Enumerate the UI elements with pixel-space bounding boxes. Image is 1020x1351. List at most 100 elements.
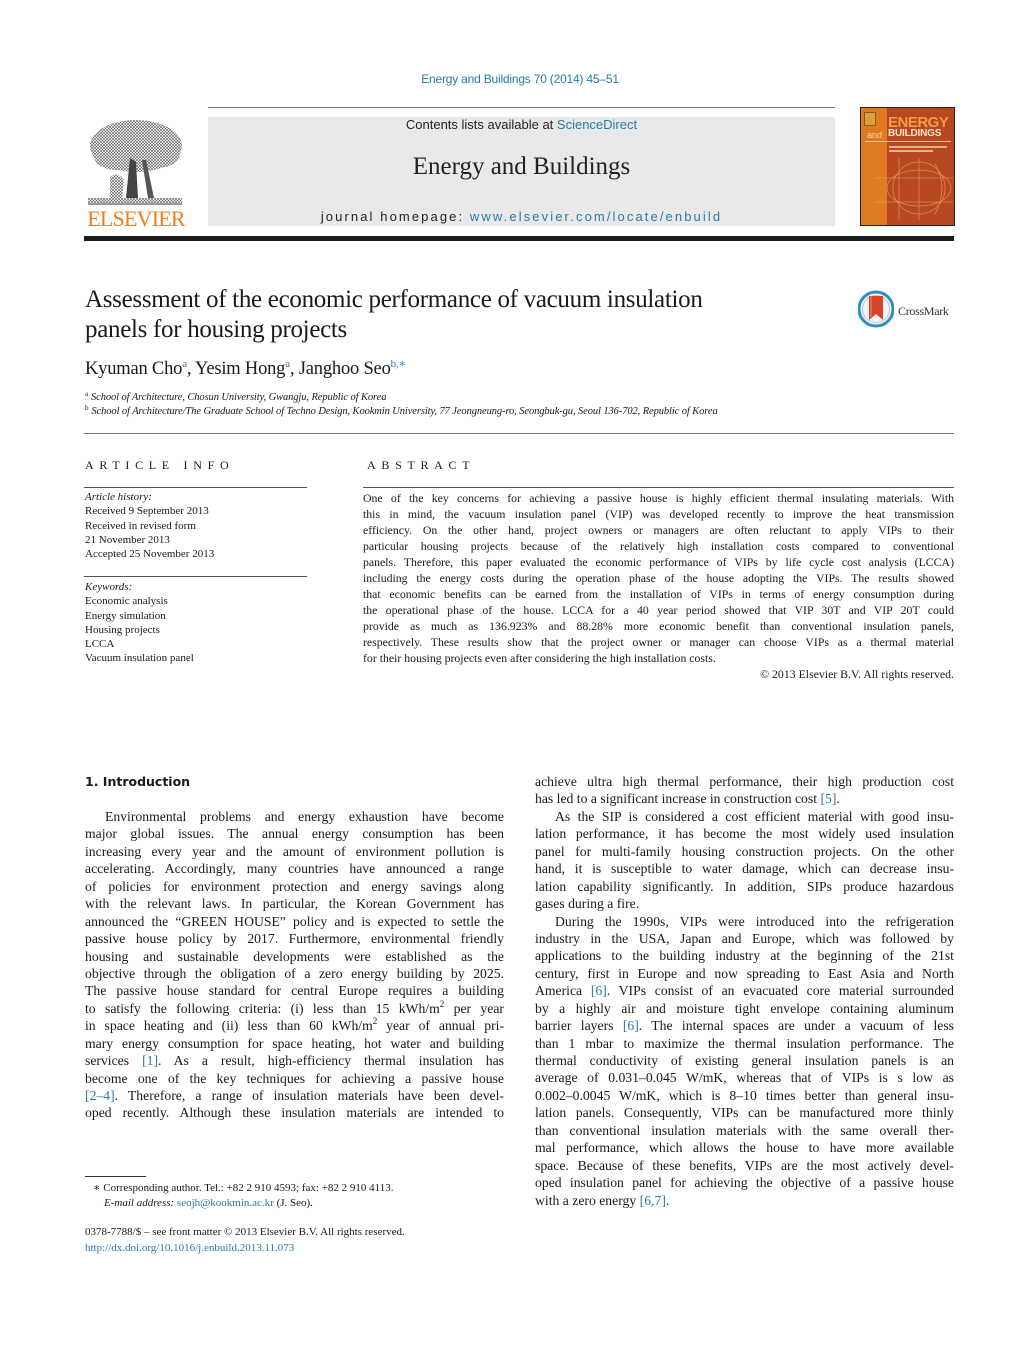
- abstract-heading: ABSTRACT: [367, 458, 476, 472]
- author-name[interactable]: Janghoo Seo: [299, 359, 391, 379]
- article-title: Assessment of the economic performance o…: [85, 285, 825, 345]
- text-run: . As a result, high-efficiency thermal i…: [158, 1053, 504, 1069]
- author-name[interactable]: Kyuman Cho: [85, 359, 182, 379]
- citation-link[interactable]: [5]: [820, 791, 836, 806]
- cover-subtitle-bar: [889, 146, 947, 148]
- affiliation-text: School of Architecture/The Graduate Scho…: [91, 406, 718, 417]
- citation-link[interactable]: [2–4]: [85, 1088, 115, 1103]
- cover-divider: [865, 141, 951, 142]
- citation-link[interactable]: [1]: [142, 1053, 158, 1068]
- abstract-line: One of the key concerns for achieving a …: [363, 491, 954, 505]
- body-line: average of 0.031–0.045 W/mK, whereas tha…: [535, 1070, 954, 1086]
- body-line: America [6]. VIPs consist of an evacuate…: [535, 982, 954, 999]
- body-column-left: Environmental problems and energy exhaus…: [85, 808, 504, 1122]
- journal-citation-link[interactable]: Energy and Buildings 70 (2014) 45–51: [0, 72, 1020, 86]
- text-run: year of annual pri-: [377, 1018, 504, 1034]
- homepage-line: journal homepage: www.elsevier.com/locat…: [208, 209, 835, 224]
- body-line: oped insulation panel for achieving the …: [535, 1175, 954, 1191]
- keywords: Keywords: Economic analysis Energy simul…: [85, 580, 194, 666]
- abstract-text: One of the key concerns for achieving a …: [363, 490, 954, 681]
- doi-link[interactable]: http://dx.doi.org/10.1016/j.enbuild.2013…: [85, 1242, 294, 1254]
- body-column-right: achieve ultra high thermal performance, …: [535, 773, 954, 1209]
- body-line: with a zero energy [6,7].: [535, 1192, 954, 1209]
- body-line: As the SIP is considered a cost efficien…: [555, 808, 954, 824]
- author-name[interactable]: Yesim Hong: [195, 359, 285, 379]
- history-item: Received 9 September 2013: [85, 505, 209, 518]
- crossmark-icon: [858, 290, 894, 328]
- journal-banner: Contents lists available at ScienceDirec…: [208, 117, 835, 226]
- body-line: major global issues. The annual energy c…: [85, 826, 504, 842]
- header-divider: [208, 107, 835, 108]
- body-line: industry in the USA, Japan and Europe, w…: [535, 930, 954, 946]
- cover-title-and: and: [867, 130, 883, 140]
- keyword-item: Energy simulation: [85, 609, 166, 622]
- body-line: century, first in Europe and now spreadi…: [535, 965, 954, 981]
- text-run: . The internal spaces are under a vacuum…: [638, 1018, 954, 1034]
- body-line: space. Because of these benefits, VIPs a…: [535, 1157, 954, 1173]
- abstract-line: that economic benefits can be earned fro…: [363, 587, 954, 601]
- crossmark-label: CrossMark: [898, 304, 949, 318]
- text-run: has led to a significant increase in con…: [535, 791, 821, 807]
- crossmark-button[interactable]: CrossMark: [858, 290, 958, 330]
- homepage-prefix: journal homepage:: [320, 209, 470, 224]
- body-line: gases during a fire.: [535, 896, 640, 912]
- body-line: applications to the building industry at…: [535, 948, 954, 964]
- author-separator: ,: [289, 359, 299, 379]
- keyword-item: Housing projects: [85, 623, 160, 636]
- body-line: become one of the key techniques for ach…: [85, 1070, 504, 1086]
- affiliation: a School of Architecture, Chosun Universi…: [85, 390, 386, 403]
- affiliation-marker: a: [85, 390, 89, 398]
- abstract-line: including the energy costs during the op…: [363, 571, 954, 585]
- section-heading-introduction: 1. Introduction: [85, 774, 191, 789]
- text-run: . Therefore, a range of insulation mater…: [114, 1088, 504, 1103]
- journal-title: Energy and Buildings: [412, 153, 631, 180]
- abstract-line: provide as much as 136.923% and 88.28% m…: [363, 619, 954, 633]
- text-run: per year: [444, 1000, 504, 1016]
- journal-homepage-link[interactable]: www.elsevier.com/locate/enbuild: [470, 209, 722, 224]
- elsevier-wordmark: ELSEVIER: [87, 206, 185, 231]
- body-line: hand, it is susceptible to water damage,…: [535, 861, 954, 877]
- body-line: by a highly air and moisture tight envel…: [535, 1000, 954, 1016]
- body-line: [2–4]. Therefore, a range of insulation …: [85, 1087, 504, 1104]
- body-line: lation performance, it has become the mo…: [535, 826, 954, 842]
- cover-badge-icon: [864, 112, 876, 126]
- elsevier-logo[interactable]: ELSEVIER: [84, 118, 186, 231]
- citation-link[interactable]: [6,7]: [640, 1193, 666, 1208]
- body-line: to satisfy the following criteria: (i) l…: [85, 999, 504, 1017]
- abstract-divider: [363, 487, 954, 488]
- citation-link[interactable]: [6]: [623, 1018, 639, 1033]
- article-info-heading: ARTICLE INFO: [85, 458, 235, 472]
- text-run: .: [665, 1192, 670, 1208]
- header-thick-divider: [84, 236, 954, 241]
- abstract-line: efficiency. On the other hand, project o…: [363, 523, 954, 537]
- body-line: thermal conductivity of existing general…: [535, 1053, 954, 1068]
- body-line: has led to a significant increase in con…: [535, 790, 954, 807]
- text-run: with a zero energy: [535, 1192, 640, 1208]
- citation-link[interactable]: [6]: [591, 983, 607, 998]
- body-line: mary energy consumption for space heatin…: [85, 1035, 504, 1051]
- history-item: 21 November 2013: [85, 533, 170, 546]
- journal-cover-image[interactable]: ENERGY and BUILDINGS: [860, 107, 955, 226]
- article-info-divider: [84, 576, 307, 577]
- body-line: objective through the obligation of a ze…: [85, 965, 504, 981]
- keywords-label: Keywords:: [85, 581, 133, 593]
- body-line: The passive house standard for central E…: [85, 983, 504, 999]
- sciencedirect-link[interactable]: ScienceDirect: [557, 117, 637, 132]
- affiliation-text: School of Architecture, Chosun Universit…: [91, 392, 387, 403]
- author-affiliation-ref[interactable]: b,∗: [391, 358, 406, 370]
- contents-prefix: Contents lists available at: [405, 117, 557, 132]
- keyword-item: Vacuum insulation panel: [85, 652, 194, 665]
- text-run: .: [836, 791, 840, 807]
- text-run: services: [85, 1053, 143, 1069]
- text-run: America: [535, 983, 591, 999]
- body-line: Environmental problems and energy exhaus…: [105, 809, 504, 824]
- body-line: achieve ultra high thermal performance, …: [535, 774, 954, 789]
- cover-title-buildings: BUILDINGS: [888, 128, 942, 139]
- front-matter: 0378-7788/$ – see front matter © 2013 El…: [85, 1225, 405, 1256]
- body-line: of policies for environment protection a…: [85, 878, 504, 894]
- abstract-line: panels. Therefore, this paper evaluated …: [363, 555, 954, 569]
- title-divider: [84, 433, 954, 434]
- body-line: than conventional insulation materials w…: [535, 1122, 954, 1138]
- abstract-line: this in mind, the vacuum insulation pane…: [363, 507, 954, 521]
- email-link[interactable]: seojh@kookmin.ac.kr: [177, 1197, 274, 1209]
